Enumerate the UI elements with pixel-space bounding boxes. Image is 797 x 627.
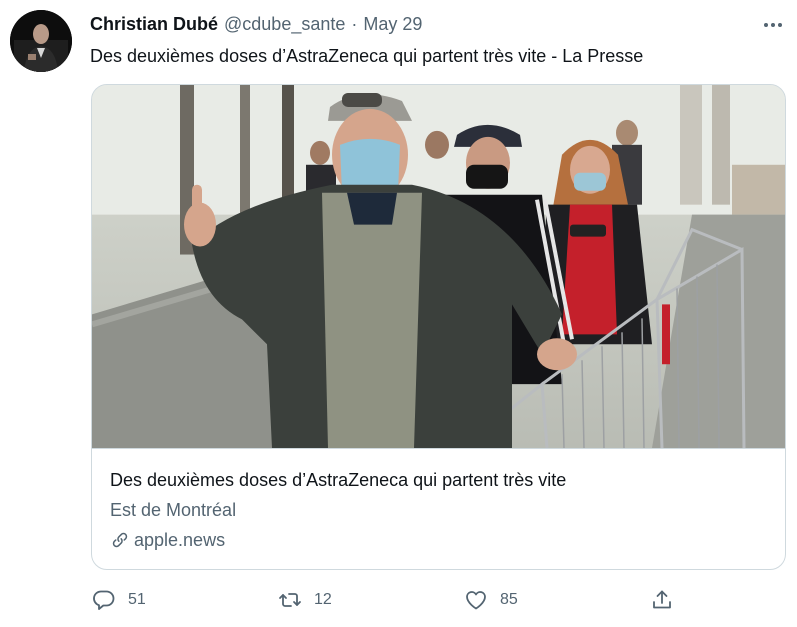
author-name[interactable]: Christian Dubé	[90, 14, 218, 35]
author-avatar[interactable]	[10, 10, 72, 72]
tweet-text: Des deuxièmes doses d’AstraZeneca qui pa…	[90, 46, 644, 66]
retweet-count: 12	[314, 591, 332, 608]
link-icon	[112, 532, 128, 548]
reply-bubble-icon	[93, 590, 115, 610]
header-separator: ·	[351, 14, 358, 34]
heart-icon	[466, 591, 486, 610]
tweet-actions: 51 12 85	[90, 588, 690, 616]
card-title: Des deuxièmes doses d’AstraZeneca qui pa…	[110, 470, 567, 490]
reply-count: 51	[128, 591, 146, 608]
retweet-icon	[279, 593, 301, 607]
author-handle[interactable]: @cdube_sante	[224, 14, 345, 35]
share-icon	[653, 590, 671, 609]
like-count: 85	[500, 591, 518, 608]
card-image[interactable]	[92, 85, 785, 449]
more-horizontal-icon	[764, 23, 768, 27]
like-button[interactable]: 85	[464, 588, 518, 612]
share-button[interactable]	[650, 588, 674, 612]
card-source: Est de Montréal	[110, 500, 237, 520]
card-domain-text: apple.news	[134, 530, 226, 550]
card-domain: apple.news	[110, 529, 767, 551]
link-preview-card[interactable]: Des deuxièmes doses d’AstraZeneca qui pa…	[91, 84, 786, 570]
reply-button[interactable]: 51	[92, 588, 146, 612]
tweet-date[interactable]: May 29	[363, 14, 422, 35]
tweet-header: Christian Dubé @cdube_sante · May 29	[90, 14, 422, 38]
retweet-button[interactable]: 12	[278, 588, 332, 612]
card-body: Des deuxièmes doses d’AstraZeneca qui pa…	[92, 449, 785, 569]
more-options-button[interactable]	[758, 16, 788, 34]
